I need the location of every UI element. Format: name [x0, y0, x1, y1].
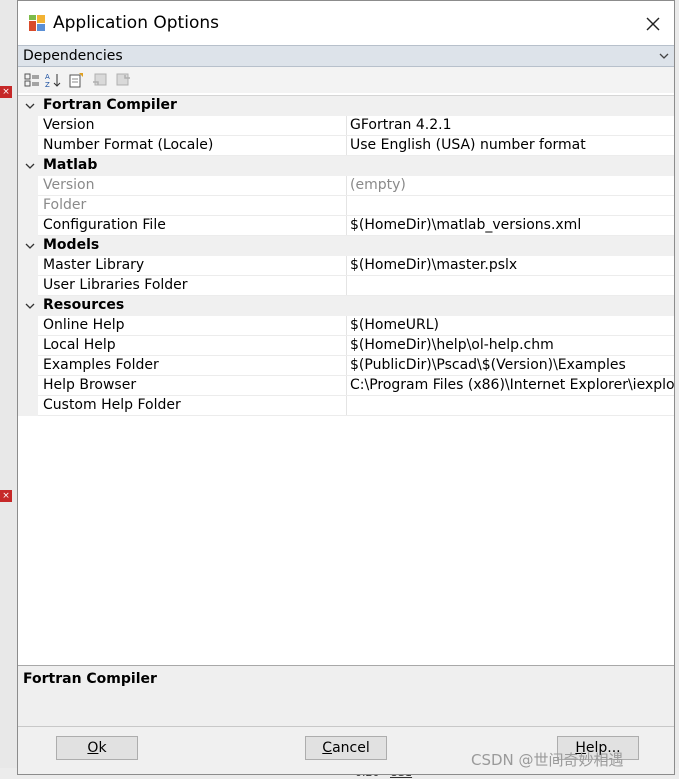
svg-text:Z: Z	[45, 81, 50, 88]
property-name: Configuration File	[43, 217, 166, 233]
category-row-matlab[interactable]: Matlab	[18, 156, 674, 176]
property-name: Help Browser	[43, 377, 137, 393]
background-close-icon[interactable]: ×	[0, 490, 12, 502]
property-name: Version	[43, 177, 95, 193]
category-label: Models	[43, 237, 100, 253]
property-value[interactable]: (empty)	[350, 177, 674, 193]
pscad-app-icon	[29, 15, 45, 31]
chevron-down-icon[interactable]	[24, 300, 36, 312]
property-row[interactable]: Help Browser C:\Program Files (x86)\Inte…	[18, 376, 674, 396]
categorized-view-icon[interactable]	[24, 72, 40, 88]
property-name: Online Help	[43, 317, 125, 333]
property-grid: Fortran Compiler Version GFortran 4.2.1 …	[18, 95, 674, 662]
property-value[interactable]: $(HomeURL)	[350, 317, 674, 333]
property-description-panel: Fortran Compiler	[18, 665, 674, 727]
property-row[interactable]: Version (empty)	[18, 176, 674, 196]
category-dropdown-value: Dependencies	[23, 48, 123, 64]
property-row[interactable]: Folder	[18, 196, 674, 216]
property-value[interactable]: $(HomeDir)\help\ol-help.chm	[350, 337, 674, 353]
property-row[interactable]: Local Help $(HomeDir)\help\ol-help.chm	[18, 336, 674, 356]
dialog-title: Application Options	[53, 13, 219, 33]
category-label: Resources	[43, 297, 125, 313]
property-name: Examples Folder	[43, 357, 159, 373]
property-name: Master Library	[43, 257, 145, 273]
property-value[interactable]: Use English (USA) number format	[350, 137, 674, 153]
application-options-dialog: Application Options Dependencies A Z For…	[17, 0, 675, 775]
property-row[interactable]: Examples Folder $(PublicDir)\Pscad\$(Ver…	[18, 356, 674, 376]
category-row-fortran-compiler[interactable]: Fortran Compiler	[18, 96, 674, 116]
property-value[interactable]: C:\Program Files (x86)\Internet Explorer…	[350, 377, 674, 393]
property-name: Local Help	[43, 337, 116, 353]
property-name: Version	[43, 117, 95, 133]
property-row[interactable]: Configuration File $(HomeDir)\matlab_ver…	[18, 216, 674, 236]
svg-text:A: A	[45, 73, 50, 81]
alphabetical-sort-icon[interactable]: A Z	[45, 72, 61, 88]
category-dropdown[interactable]: Dependencies	[18, 45, 674, 67]
category-label: Matlab	[43, 157, 98, 173]
property-value[interactable]: $(HomeDir)\master.pslx	[350, 257, 674, 273]
property-row[interactable]: Number Format (Locale) Use English (USA)…	[18, 136, 674, 156]
ok-button[interactable]: Ok	[56, 736, 138, 760]
property-row[interactable]: Custom Help Folder	[18, 396, 674, 416]
csdn-watermark: CSDN @世间奇妙相遇	[471, 751, 624, 769]
property-row[interactable]: Master Library $(HomeDir)\master.pslx	[18, 256, 674, 276]
property-name: Number Format (Locale)	[43, 137, 214, 153]
import-icon[interactable]	[92, 72, 108, 88]
chevron-down-icon[interactable]	[24, 100, 36, 112]
description-title: Fortran Compiler	[23, 671, 157, 687]
category-label: Fortran Compiler	[43, 97, 177, 113]
property-name: User Libraries Folder	[43, 277, 188, 293]
chevron-down-icon[interactable]	[658, 50, 670, 62]
property-row[interactable]: Online Help $(HomeURL)	[18, 316, 674, 336]
property-name: Folder	[43, 197, 87, 213]
chevron-down-icon[interactable]	[24, 160, 36, 172]
export-icon[interactable]	[115, 72, 131, 88]
property-pages-icon[interactable]	[68, 72, 84, 88]
title-bar: Application Options	[18, 1, 674, 45]
category-row-models[interactable]: Models	[18, 236, 674, 256]
chevron-down-icon[interactable]	[24, 240, 36, 252]
property-row[interactable]: User Libraries Folder	[18, 276, 674, 296]
background-close-icon[interactable]: ×	[0, 86, 12, 98]
close-icon[interactable]	[638, 9, 668, 39]
property-value[interactable]: GFortran 4.2.1	[350, 117, 674, 133]
cancel-button[interactable]: Cancel	[305, 736, 387, 760]
property-row[interactable]: Version GFortran 4.2.1	[18, 116, 674, 136]
category-row-resources[interactable]: Resources	[18, 296, 674, 316]
property-value[interactable]: $(HomeDir)\matlab_versions.xml	[350, 217, 674, 233]
property-grid-toolbar: A Z	[18, 67, 674, 93]
property-name: Custom Help Folder	[43, 397, 181, 413]
property-value[interactable]: $(PublicDir)\Pscad\$(Version)\Examples	[350, 357, 674, 373]
